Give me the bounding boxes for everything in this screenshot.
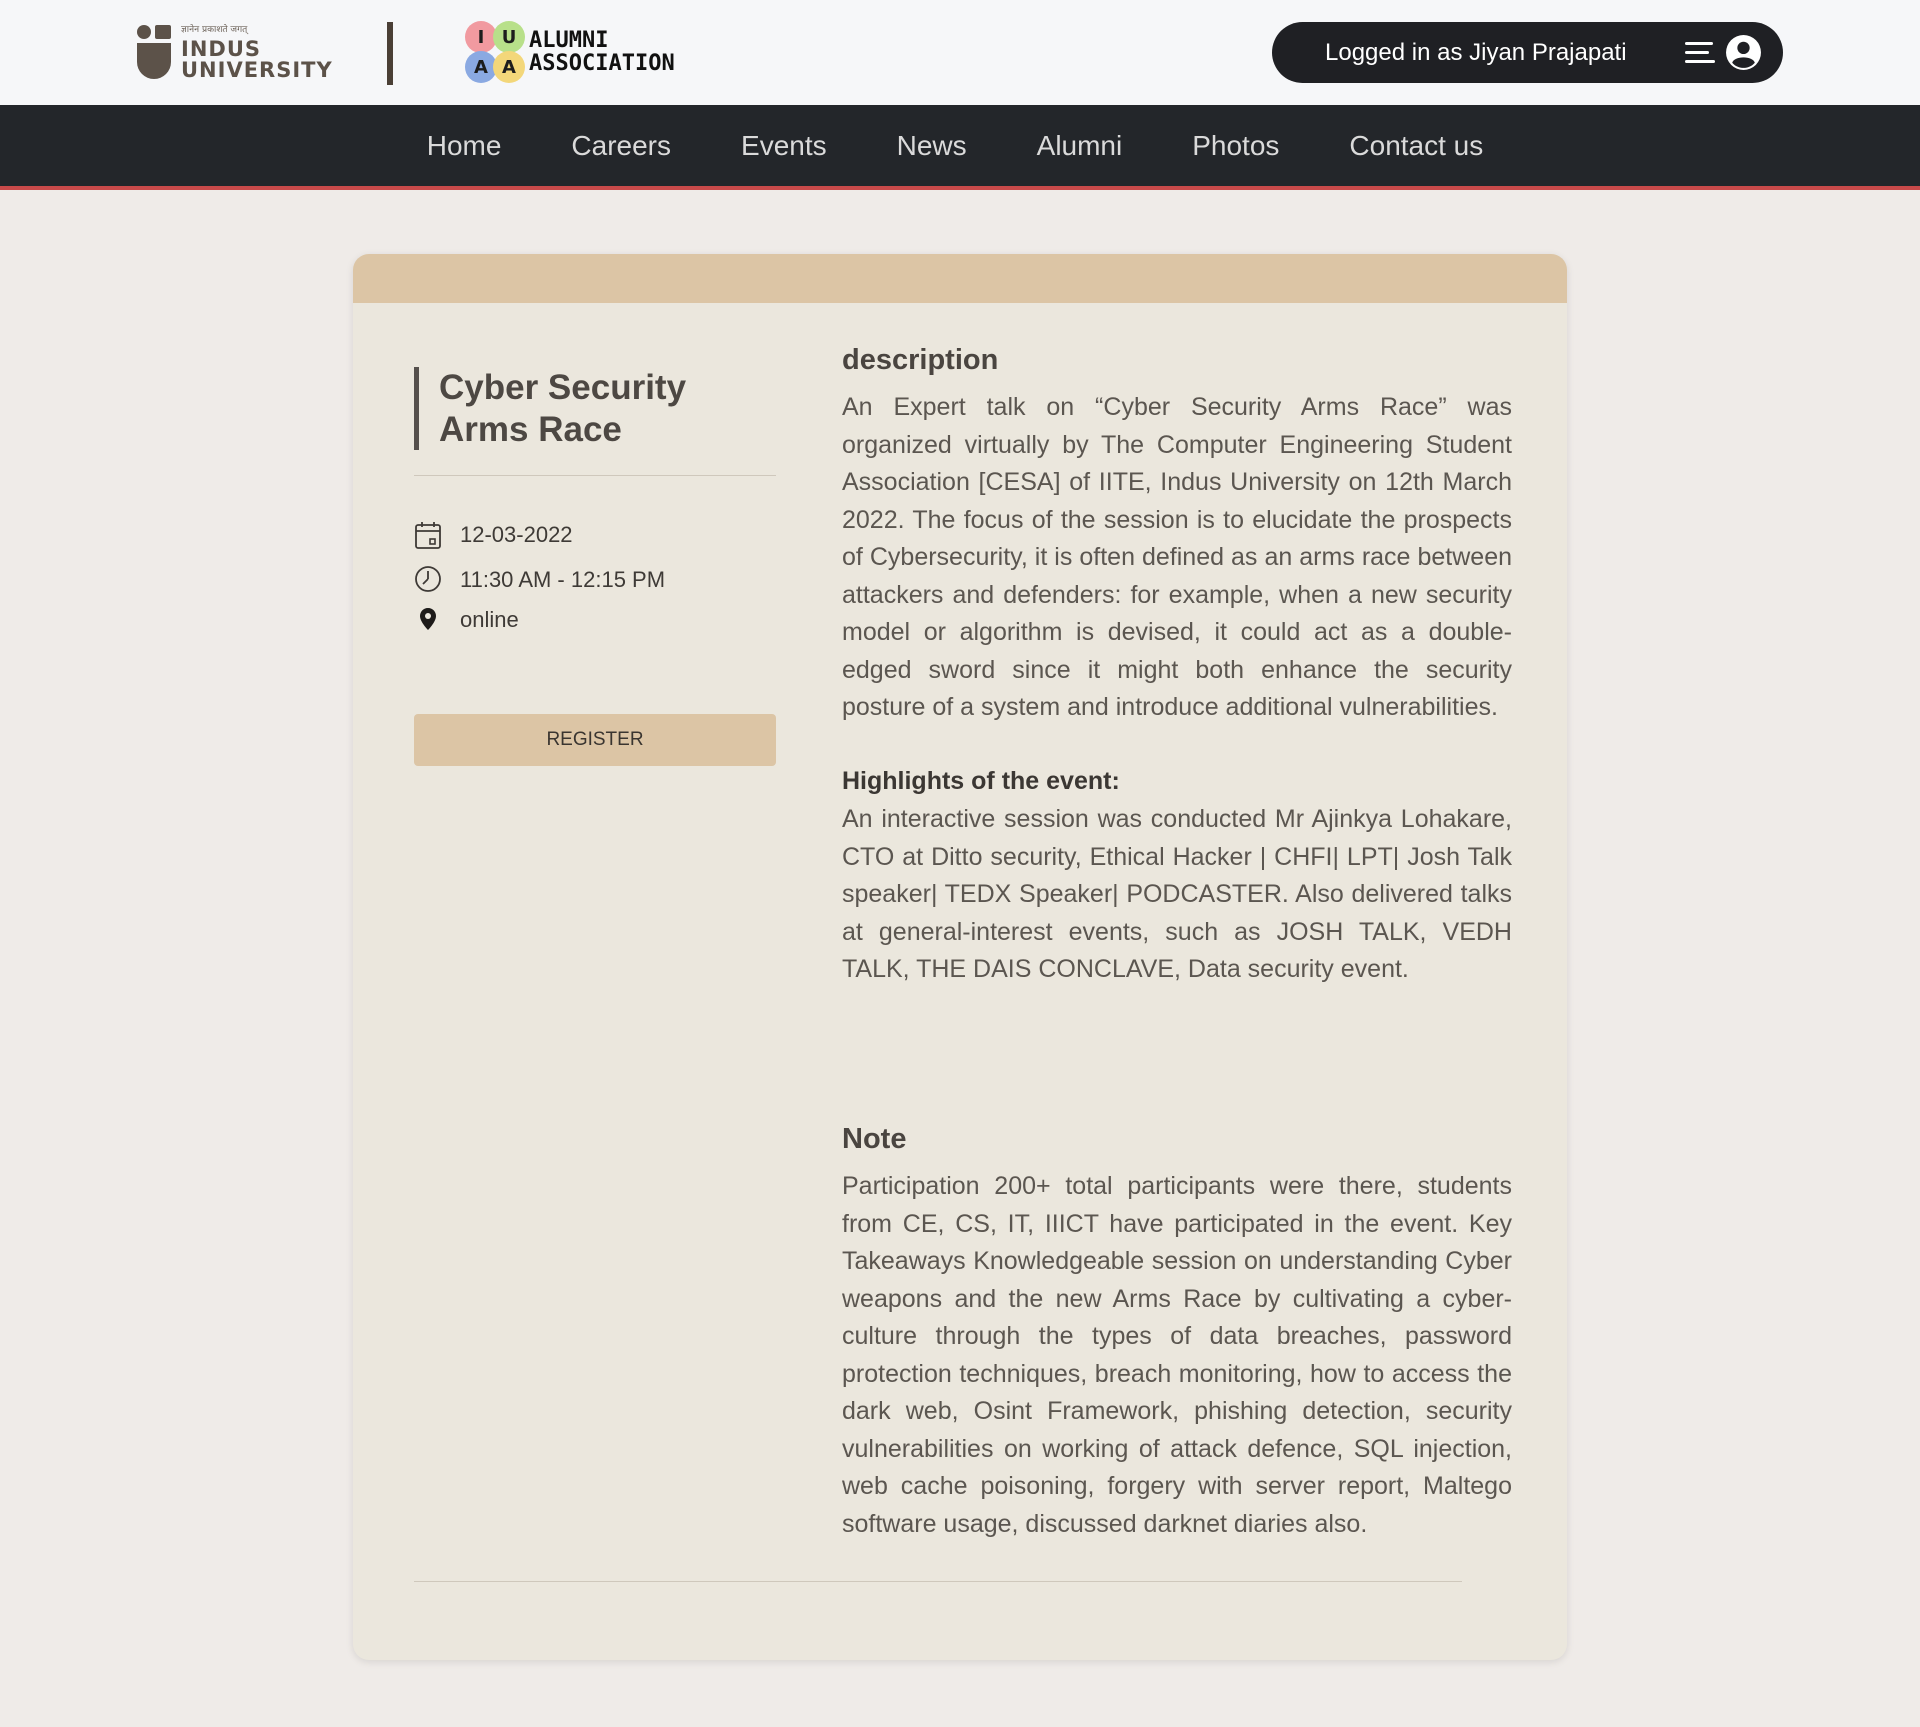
nav-events[interactable]: Events xyxy=(706,130,862,162)
alumni-association-logo[interactable]: I U A A ALUMNI ASSOCIATION xyxy=(463,20,675,84)
title-divider xyxy=(414,475,776,476)
description-text: An Expert talk on “Cyber Security Arms R… xyxy=(842,393,1512,721)
logo-divider xyxy=(387,22,393,85)
nav-careers[interactable]: Careers xyxy=(536,130,706,162)
iuaa-logo-line1: ALUMNI xyxy=(529,27,609,53)
note-text: Participation 200+ total participants we… xyxy=(842,1172,1512,1538)
indus-logo-tagline: ज्ञानेन प्रकाशते जगत् xyxy=(181,24,248,35)
event-time-row: 11:30 AM - 12:15 PM xyxy=(414,565,665,595)
card-header-band xyxy=(353,254,1567,303)
iuaa-logo-mark: I U A A xyxy=(463,20,527,84)
clock-icon xyxy=(415,566,441,592)
indus-logo-mark xyxy=(137,25,173,81)
logged-in-status: Logged in as Jiyan Prajapati xyxy=(1325,38,1627,66)
event-date-row: 12-03-2022 xyxy=(414,520,573,550)
calendar-icon xyxy=(415,522,441,549)
nav-alumni[interactable]: Alumni xyxy=(1002,130,1158,162)
nav-contact-us[interactable]: Contact us xyxy=(1314,130,1518,162)
event-detail-card: Cyber Security Arms Race 12-03-2022 11:3… xyxy=(353,254,1567,1660)
indus-logo-line1: INDUS xyxy=(181,36,261,61)
user-menu-pill[interactable]: Logged in as Jiyan Prajapati xyxy=(1272,22,1783,83)
highlights-text: An interactive session was conducted Mr … xyxy=(842,805,1512,983)
bottom-divider xyxy=(414,1581,1462,1582)
event-location: online xyxy=(460,607,519,632)
iuaa-logo-line2: ASSOCIATION xyxy=(529,51,675,76)
nav-news[interactable]: News xyxy=(862,130,1002,162)
nav-photos[interactable]: Photos xyxy=(1157,130,1314,162)
indus-university-logo[interactable]: ज्ञानेन प्रकाशते जगत् INDUS UNIVERSITY xyxy=(137,24,333,82)
description-heading: description xyxy=(842,344,999,376)
highlights-heading: Highlights of the event: xyxy=(842,767,1120,795)
main-nav: Home Careers Events News Alumni Photos C… xyxy=(0,105,1920,190)
nav-home[interactable]: Home xyxy=(392,130,537,162)
map-pin-icon xyxy=(420,608,436,630)
note-heading: Note xyxy=(842,1123,907,1155)
event-date: 12-03-2022 xyxy=(460,522,573,547)
event-location-row: online xyxy=(414,605,519,635)
hamburger-icon[interactable] xyxy=(1685,42,1715,64)
event-title: Cyber Security Arms Race xyxy=(414,367,776,450)
user-circle-icon[interactable] xyxy=(1725,34,1762,71)
site-header: ज्ञानेन प्रकाशते जगत् INDUS UNIVERSITY I… xyxy=(0,0,1920,105)
event-time: 11:30 AM - 12:15 PM xyxy=(460,567,666,592)
indus-logo-line2: UNIVERSITY xyxy=(181,57,333,82)
register-button[interactable]: REGISTER xyxy=(414,714,776,766)
